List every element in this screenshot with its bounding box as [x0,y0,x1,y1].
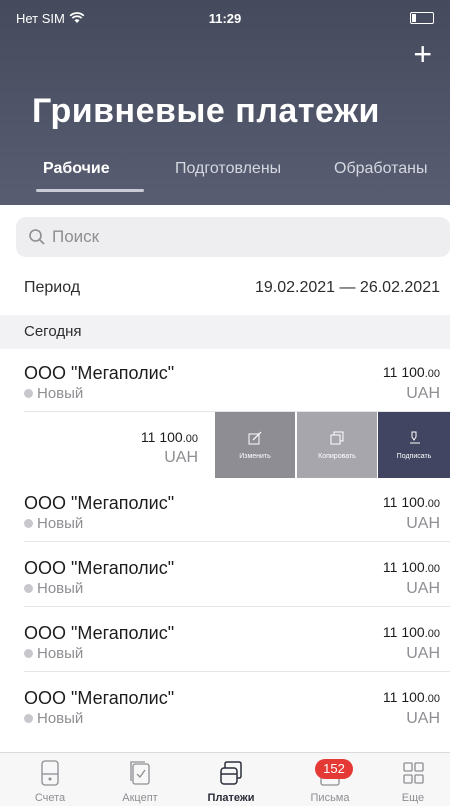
search-placeholder: Поиск [52,227,100,246]
list-item[interactable]: ООО "Мегаполис" Новый 11 100.00 UAH [0,480,450,542]
payee-name: ООО "Мегаполис" [24,558,175,578]
currency: UAH [406,710,440,727]
bottom-tab-bar: Счета Акцепт Платежи Письма Еще [0,752,450,806]
more-icon [403,762,424,784]
battery-icon [410,12,434,24]
list-item[interactable]: ООО "Мегаполис" Новый 11 100.00 UAH [0,545,450,607]
status-dot-icon [24,584,33,593]
amount: 11 100.00 [382,364,440,380]
status-dot-icon [24,519,33,528]
wifi-icon [69,12,85,23]
accounts-icon [41,760,59,786]
list-item[interactable]: ООО "Мегаполис" Новый 11 100.00 UAH [0,675,450,737]
currency: UAH [406,580,440,597]
search-input[interactable]: Поиск [16,217,450,257]
tab-accounts[interactable]: Счета [15,759,85,804]
active-tab-indicator [36,189,144,192]
page-title: Гривневые платежи [32,92,380,130]
tab-prepared[interactable]: Подготовлены [175,160,281,178]
amount: 11 100.00 [140,429,198,445]
sign-button[interactable]: Подписать [378,412,450,478]
list-item[interactable]: ООО "Мегаполис" Новый 11 100.00 UAH [0,350,450,412]
status-bar: Нет SIM 11:29 [16,10,434,26]
period-label: Период [24,279,81,296]
status-dot-icon [24,389,33,398]
payee-name: ООО "Мегаполис" [24,493,175,513]
status-text: Новый [37,580,84,597]
swiped-list-item[interactable]: 11 100.00 UAH Изменить Копировать Подпис… [0,412,450,478]
period-filter[interactable]: Период 19.02.2021 — 26.02.2021 [24,279,440,297]
payee-name: ООО "Мегаполис" [24,688,175,708]
sign-icon [410,431,420,443]
status-text: Новый [37,515,84,532]
payee-name: ООО "Мегаполис" [24,363,175,383]
period-range: 19.02.2021 — 26.02.2021 [254,279,440,296]
clock: 11:29 [208,10,242,26]
amount: 11 100.00 [382,624,440,640]
currency: UAH [406,385,440,402]
currency: UAH [406,645,440,662]
copy-button[interactable]: Копировать [297,412,377,478]
header: Нет SIM 11:29 + Гривневые платежи Рабочи… [0,0,450,205]
status-text: Новый [37,385,84,402]
payee-name: ООО "Мегаполис" [24,623,175,643]
tab-working[interactable]: Рабочие [43,160,110,178]
status-dot-icon [24,649,33,658]
carrier-label: Нет SIM [16,10,65,26]
currency: UAH [406,515,440,532]
copy-icon [330,431,344,444]
tab-accept[interactable]: Акцепт [105,759,175,804]
list-item[interactable]: ООО "Мегаполис" Новый 11 100.00 UAH [0,610,450,672]
amount: 11 100.00 [382,559,440,575]
edit-icon [248,431,262,444]
currency: UAH [164,449,198,466]
status-dot-icon [24,714,33,723]
plus-icon[interactable]: + [413,38,432,70]
tab-more[interactable]: Еще [378,759,448,804]
status-text: Новый [37,710,84,727]
amount: 11 100.00 [382,689,440,705]
accept-icon [130,761,150,785]
search-icon [29,229,45,245]
tab-payments[interactable]: Платежи [196,759,266,804]
section-header: Сегодня [0,315,450,349]
status-text: Новый [37,645,84,662]
amount: 11 100.00 [382,494,440,510]
tab-bar-top: Рабочие Подготовлены Обработаны [0,160,450,200]
payments-icon [220,761,242,785]
tab-processed[interactable]: Обработаны [334,160,428,178]
letters-badge: 152 [315,759,353,779]
edit-button[interactable]: Изменить [215,412,295,478]
